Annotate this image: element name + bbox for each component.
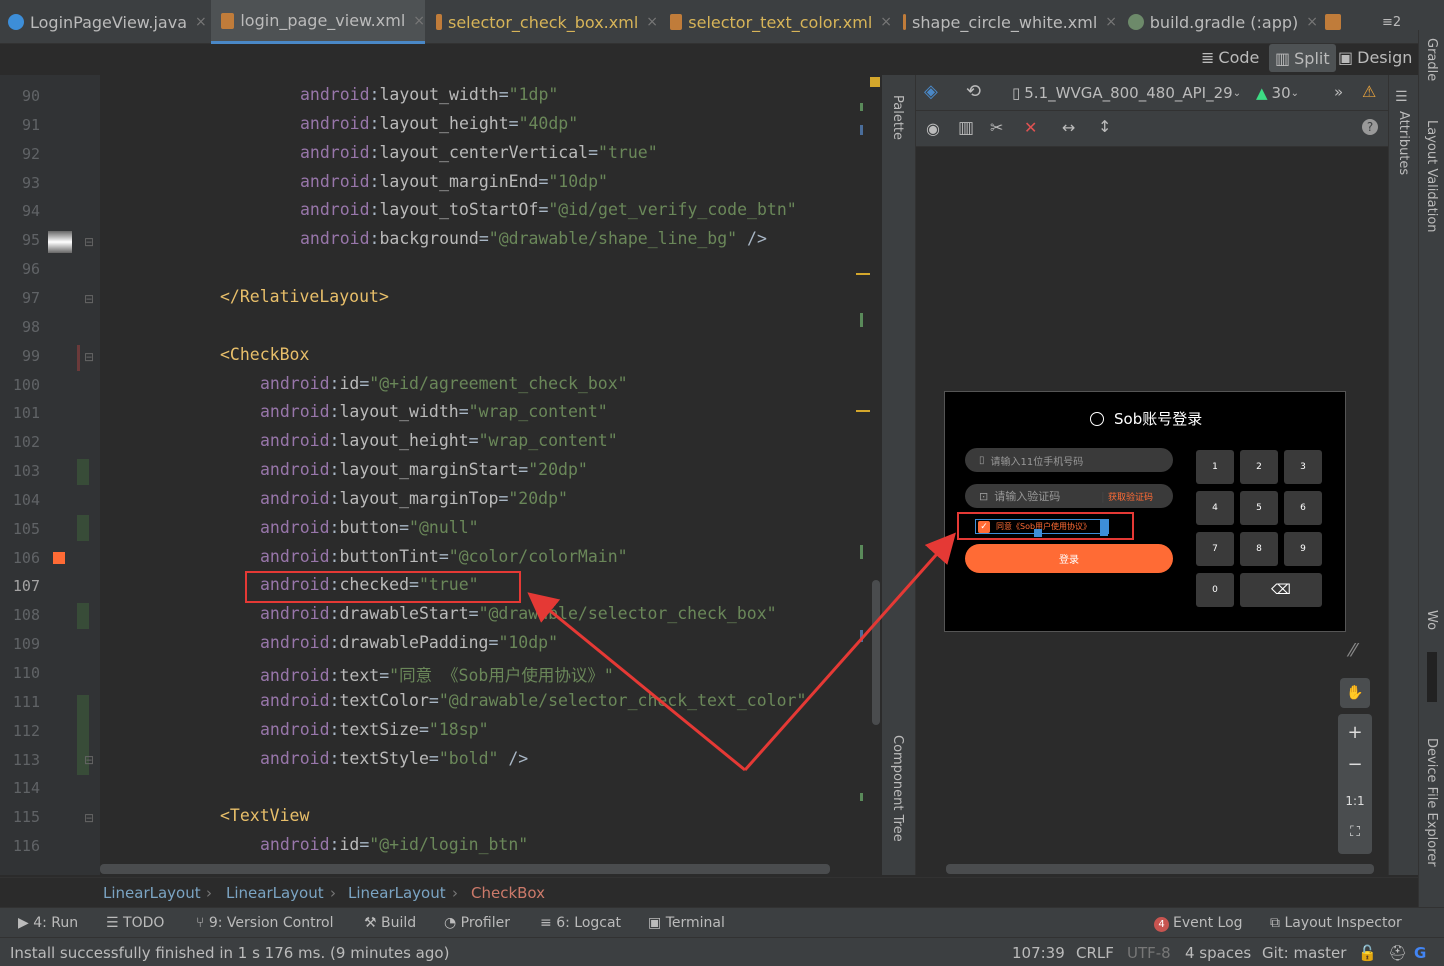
lock-icon[interactable]: 🔓 — [1358, 944, 1377, 962]
breadcrumb-item[interactable]: LinearLayout — [226, 884, 324, 902]
wo-tab[interactable]: Wo — [1424, 610, 1439, 630]
build-tab[interactable]: ⚒ Build — [364, 915, 416, 931]
gauge-icon: ◔ — [444, 915, 461, 931]
terminal-icon: ▣ — [648, 915, 666, 931]
zoom-out-button[interactable]: − — [1338, 754, 1372, 775]
pan-hand-icon[interactable]: ✋ — [1340, 678, 1370, 708]
arrow-to-preview — [743, 532, 956, 771]
attributes-strip: ☰ Attributes — [1388, 75, 1418, 875]
zoom-in-button[interactable]: + — [1338, 722, 1372, 743]
line-separator[interactable]: CRLF — [1076, 944, 1114, 962]
tool-windows-bar: ▶ 4: Run ☰ TODO ⑂ 9: Version Control ⚒ B… — [0, 907, 1444, 937]
list-icon: ☰ — [106, 915, 124, 931]
status-bar: Install successfully finished in 1 s 176… — [0, 937, 1444, 966]
terminal-tab[interactable]: ▣ Terminal — [648, 915, 725, 931]
indent-setting[interactable]: 4 spaces — [1185, 944, 1251, 962]
breadcrumb-item[interactable]: CheckBox — [471, 884, 545, 902]
profiler-tab[interactable]: ◔ Profiler — [444, 915, 510, 931]
play-icon: ▶ — [18, 915, 34, 931]
hammer-icon: ⚒ — [364, 915, 382, 931]
annotation-arrows — [527, 532, 956, 772]
version-control-tab[interactable]: ⑂ 9: Version Control — [196, 915, 333, 931]
memory-indicator — [1427, 652, 1437, 702]
run-tab[interactable]: ▶ 4: Run — [18, 915, 78, 931]
breadcrumb-item[interactable]: LinearLayout — [103, 884, 201, 902]
google-icon[interactable]: G — [1414, 944, 1426, 962]
gradle-tab[interactable]: Gradle — [1424, 38, 1439, 81]
event-log-tab[interactable]: 4 Event Log — [1154, 915, 1243, 932]
branch-icon: ⑂ — [196, 915, 209, 931]
zoom-fit-icon[interactable]: ⛶ — [1338, 824, 1372, 840]
todo-tab[interactable]: ☰ TODO — [106, 915, 164, 931]
logcat-tab[interactable]: ≡ 6: Logcat — [540, 915, 621, 931]
file-encoding[interactable]: UTF-8 — [1127, 944, 1171, 962]
inspector-icon: ⧉ — [1270, 915, 1285, 931]
caret-position[interactable]: 107:39 — [1012, 944, 1065, 962]
event-log-badge: 4 — [1154, 917, 1169, 932]
attributes-tab[interactable]: Attributes — [1396, 111, 1411, 175]
git-branch[interactable]: Git: master — [1262, 944, 1346, 962]
breadcrumb-item[interactable]: LinearLayout — [348, 884, 446, 902]
resize-grip-icon[interactable]: ⁄⁄ — [1350, 640, 1356, 661]
device-file-explorer-tab[interactable]: Device File Explorer — [1424, 738, 1439, 867]
breadcrumb: LinearLayout › LinearLayout › LinearLayo… — [0, 877, 1418, 907]
status-message[interactable]: Install successfully finished in 1 s 176… — [10, 944, 449, 962]
inspector-hat-icon[interactable]: ⛑ — [1388, 944, 1407, 962]
right-tool-strip: Gradle Layout Validation Wo Device File … — [1418, 30, 1444, 910]
designer-scrollbar[interactable] — [946, 864, 1374, 874]
layout-validation-tab[interactable]: Layout Validation — [1424, 120, 1439, 233]
attributes-icon: ☰ — [1395, 89, 1408, 105]
zoom-controls: + − 1:1 ⛶ — [1338, 714, 1372, 854]
zoom-actual-button[interactable]: 1:1 — [1338, 794, 1372, 808]
logcat-icon: ≡ — [540, 915, 557, 931]
layout-inspector-tab[interactable]: ⧉ Layout Inspector — [1270, 915, 1402, 931]
arrow-to-code — [527, 592, 746, 772]
